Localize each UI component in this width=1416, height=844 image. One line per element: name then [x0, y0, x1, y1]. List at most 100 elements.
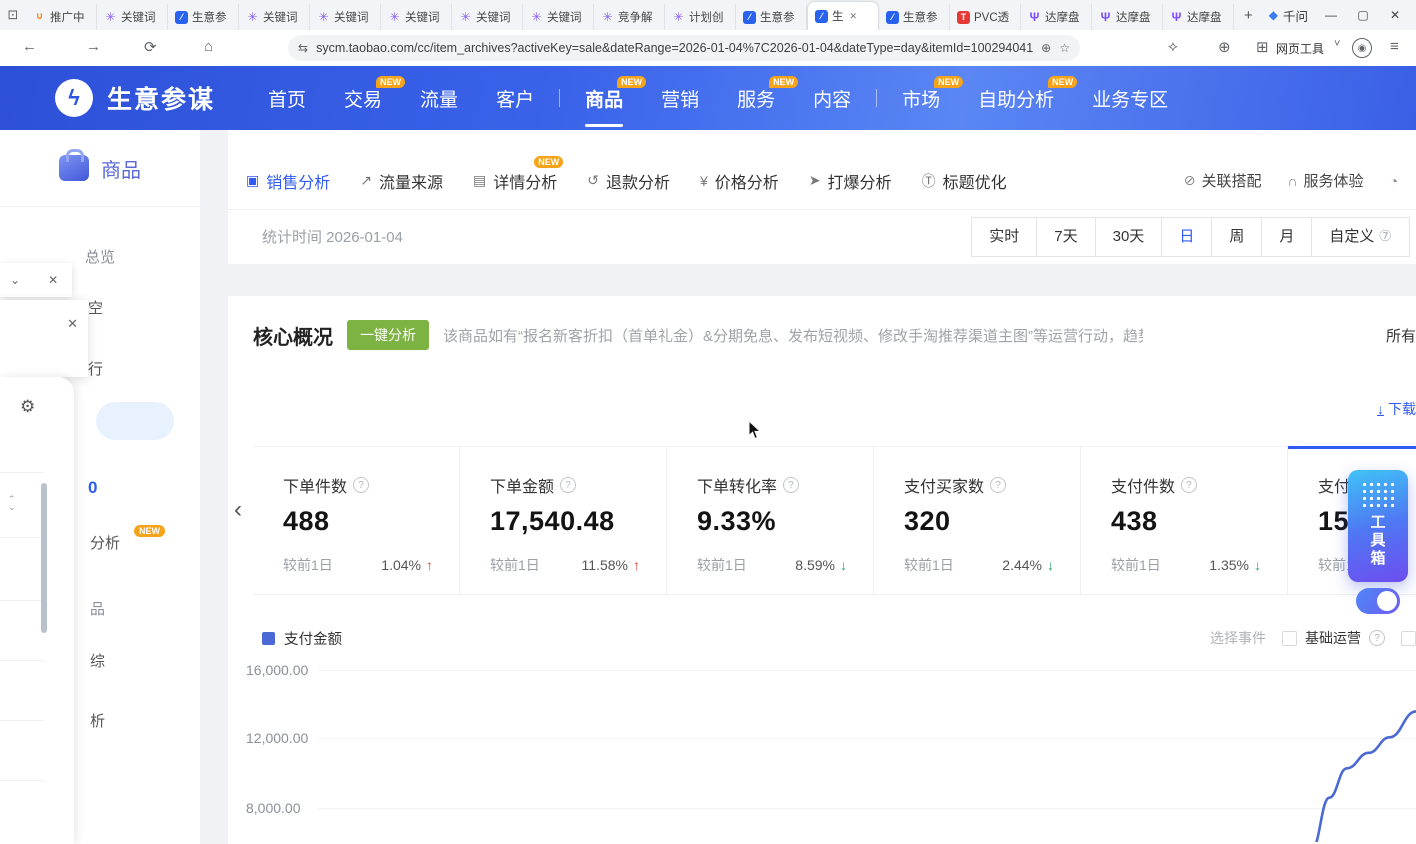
range-button-周[interactable]: 周	[1211, 217, 1262, 257]
browser-tab[interactable]: Ψ达摩盘	[1163, 4, 1234, 30]
browser-tab[interactable]: Ψ达摩盘	[1092, 4, 1163, 30]
browser-tab[interactable]: ✳计划创	[665, 4, 736, 30]
browser-tab[interactable]: ∪推广中	[26, 4, 97, 30]
top-nav-item-内容[interactable]: 内容	[794, 85, 870, 112]
subnav-tab-价格分析[interactable]: ¥价格分析	[700, 169, 779, 193]
browser-tab[interactable]: ✳竞争解	[594, 4, 665, 30]
subnav-link-partial[interactable]: ◔	[1390, 173, 1398, 189]
maximize-button[interactable]: ▢	[1354, 8, 1372, 22]
close-icon[interactable]: ✕	[48, 273, 58, 287]
top-nav-item-服务[interactable]: 服务NEW	[718, 85, 794, 112]
browser-tab[interactable]: ⁄生✕	[807, 1, 879, 30]
help-icon[interactable]: ?	[783, 477, 799, 493]
tab-search-icon[interactable]: ⊡	[0, 7, 26, 23]
url-text[interactable]: sycm.taobao.com/cc/item_archives?activeK…	[316, 41, 1033, 55]
range-button-实时[interactable]: 实时	[971, 217, 1037, 257]
metric-card-下单金额[interactable]: 下单金额?17,540.48较前1日11.58%↑	[460, 446, 667, 594]
checkbox[interactable]	[1401, 631, 1416, 646]
top-nav-item-商品[interactable]: 商品NEW	[566, 85, 642, 112]
sidebar-item-fragment[interactable]: 综	[90, 650, 105, 671]
sidebar-item-fragment[interactable]: 空	[88, 297, 103, 318]
sidebar-item-fragment[interactable]: 品	[90, 598, 105, 619]
browser-tab[interactable]: ✳关键词	[381, 4, 452, 30]
browser-tab[interactable]: ⁄生意参	[168, 4, 239, 30]
refresh-icon[interactable]: ⟳	[144, 38, 157, 56]
extensions-icon[interactable]: ⟡	[1168, 38, 1178, 55]
bookmark-star-icon[interactable]: ☆	[1059, 41, 1070, 55]
browser-tab[interactable]: ✳关键词	[452, 4, 523, 30]
sidebar-selected-item[interactable]	[96, 402, 174, 440]
metric-card-下单件数[interactable]: 下单件数?488较前1日1.04%↑	[253, 446, 460, 594]
one-click-analyze-button[interactable]: 一键分析	[347, 320, 429, 350]
top-nav-item-交易[interactable]: 交易NEW	[325, 85, 401, 112]
back-icon[interactable]: ←	[22, 38, 37, 55]
browser-tab[interactable]: ✳关键词	[310, 4, 381, 30]
sidebar-item-fragment[interactable]: 行	[88, 358, 103, 379]
scrollbar-thumb[interactable]	[41, 483, 47, 633]
forward-icon[interactable]: →	[86, 38, 101, 55]
subnav-tab-标题优化[interactable]: Ⓣ标题优化	[922, 169, 1007, 193]
gear-icon[interactable]: ⚙	[20, 397, 35, 417]
subnav-tab-详情分析[interactable]: ▤详情分析NEW	[473, 169, 557, 193]
sidebar-item-fragment[interactable]: 总览	[85, 246, 115, 267]
top-nav-item-客户[interactable]: 客户	[477, 85, 553, 112]
sidebar-item-fragment[interactable]: 0	[88, 478, 97, 498]
cards-scroll-left-icon[interactable]: ‹	[234, 496, 242, 524]
browser-tab[interactable]: ✳关键词	[97, 4, 168, 30]
top-nav-item-市场[interactable]: 市场NEW	[883, 85, 959, 112]
web-tools-label[interactable]: 网页工具	[1276, 40, 1324, 57]
subnav-link-服务体验[interactable]: ∩服务体验	[1287, 170, 1363, 191]
toolbox-widget[interactable]: 工具箱	[1348, 470, 1408, 582]
minimize-button[interactable]: —	[1322, 8, 1340, 22]
browser-tab[interactable]: ✳关键词	[239, 4, 310, 30]
downloads-icon[interactable]: ⊕	[1218, 38, 1231, 56]
sycm-logo-icon[interactable]: ϟ	[55, 79, 93, 117]
subnav-link-关联搭配[interactable]: ⊘关联搭配	[1184, 170, 1262, 191]
chevron-down-icon[interactable]: ˅	[1334, 38, 1340, 50]
address-bar[interactable]: ⇆ sycm.taobao.com/cc/item_archives?activ…	[288, 35, 1080, 61]
range-button-月[interactable]: 月	[1261, 217, 1312, 257]
top-nav-item-流量[interactable]: 流量	[401, 85, 477, 112]
sidebar-item-fragment[interactable]: 析	[90, 710, 105, 731]
top-nav-item-业务专区[interactable]: 业务专区	[1073, 85, 1187, 112]
range-button-自定义[interactable]: 自定义 ⑦	[1311, 217, 1410, 257]
close-window-button[interactable]: ✕	[1386, 8, 1404, 22]
menu-icon[interactable]: ≡	[1390, 38, 1399, 55]
help-icon[interactable]: ?	[1369, 630, 1385, 646]
collapse-icon[interactable]: ⌄	[10, 273, 20, 287]
profile-avatar[interactable]: ◉	[1352, 38, 1372, 58]
subnav-tab-退款分析[interactable]: ↺退款分析	[587, 169, 670, 193]
range-button-7天[interactable]: 7天	[1036, 217, 1095, 257]
zoom-icon[interactable]: ⊕	[1041, 41, 1051, 55]
help-icon[interactable]: ?	[353, 477, 369, 493]
grid-icon[interactable]: ⊞	[1256, 38, 1269, 56]
download-link[interactable]: ↓ 下载	[1377, 399, 1416, 419]
home-icon[interactable]: ⌂	[204, 38, 213, 55]
top-nav-item-营销[interactable]: 营销	[642, 85, 718, 112]
toolbox-toggle[interactable]	[1356, 588, 1400, 614]
browser-tab[interactable]: TPVC透	[950, 4, 1021, 30]
assistant-button[interactable]: ◆ 千问	[1269, 6, 1308, 25]
subnav-tab-打爆分析[interactable]: ➤打爆分析	[809, 169, 892, 193]
new-tab-button[interactable]: +	[1234, 7, 1263, 24]
sort-toggle[interactable]: ⌃ ⌄	[8, 495, 16, 511]
event-option-基础运营[interactable]: 基础运营?	[1282, 628, 1385, 648]
close-tab-icon[interactable]: ✕	[850, 11, 858, 22]
range-button-30天[interactable]: 30天	[1095, 217, 1163, 257]
metric-card-下单转化率[interactable]: 下单转化率?9.33%较前1日8.59%↓	[667, 446, 874, 594]
event-option-partial[interactable]	[1401, 631, 1416, 646]
help-icon[interactable]: ?	[990, 477, 1006, 493]
top-nav-item-自助分析[interactable]: 自助分析NEW	[959, 85, 1073, 112]
checkbox[interactable]	[1282, 631, 1297, 646]
range-button-日[interactable]: 日	[1161, 217, 1212, 257]
terminal-filter-partial[interactable]: 所有	[1386, 325, 1416, 346]
site-info-icon[interactable]: ⇆	[298, 41, 308, 55]
help-icon[interactable]: ?	[560, 477, 576, 493]
close-icon[interactable]: ✕	[67, 316, 78, 332]
sidebar-item-fragment[interactable]: 分析	[90, 532, 120, 553]
subnav-tab-销售分析[interactable]: ▣销售分析	[246, 169, 330, 193]
metric-card-支付买家数[interactable]: 支付买家数?320较前1日2.44%↓	[874, 446, 1081, 594]
browser-tab[interactable]: ⁄生意参	[736, 4, 807, 30]
subnav-tab-流量来源[interactable]: ↗流量来源	[360, 169, 443, 193]
browser-tab[interactable]: ✳关键词	[523, 4, 594, 30]
